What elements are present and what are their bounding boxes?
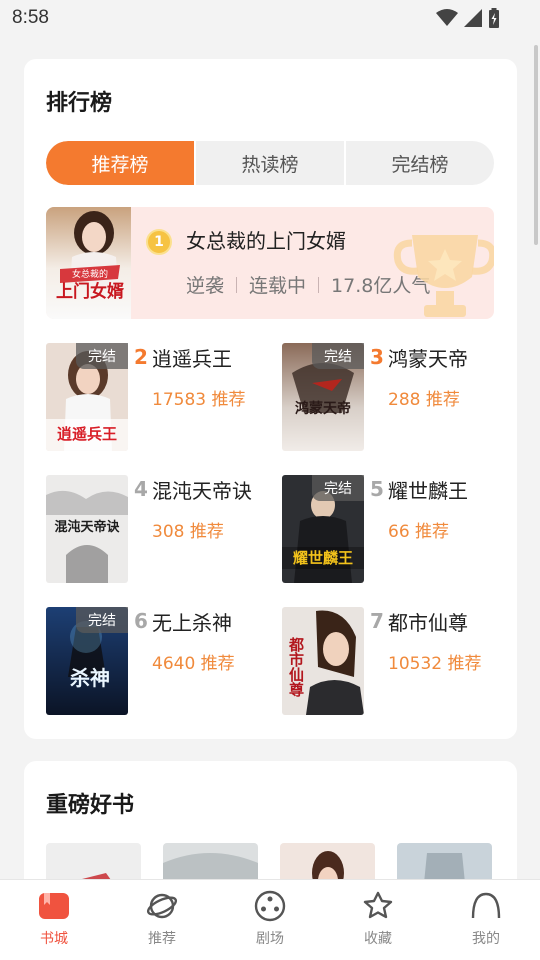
ranking-book-item[interactable]: 鸿蒙天帝 完结 3 鸿蒙天帝 288 推荐 [282, 343, 512, 453]
book-title: 都市仙尊 [388, 611, 468, 635]
book-status: 连载中 [249, 275, 307, 297]
book-cover: 女总裁的 上门女婿 [46, 207, 131, 319]
ranking-book-item[interactable]: 都市仙尊 7 都市仙尊 10532 推荐 [282, 607, 512, 717]
book-cover: 混沌天帝诀 [46, 475, 128, 583]
ranking-book-item[interactable]: 耀世麟王 完结 5 耀世麟王 66 推荐 [282, 475, 512, 585]
profile-icon [471, 892, 501, 919]
planet-icon [146, 893, 178, 919]
book-title: 混沌天帝诀 [152, 479, 252, 503]
completed-badge: 完结 [76, 607, 128, 633]
scrollbar[interactable] [534, 45, 538, 245]
signal-icon [464, 9, 482, 27]
ranking-tabs: 推荐榜 热读榜 完结榜 [46, 141, 494, 185]
cover-title: 逍遥兵王 [57, 425, 117, 443]
tab-hot-read[interactable]: 热读榜 [196, 141, 346, 185]
status-icons [436, 8, 500, 28]
meta-divider [318, 276, 320, 293]
nav-item-profile[interactable]: 我的 [432, 880, 540, 960]
completed-badge: 完结 [312, 475, 364, 501]
tab-completed[interactable]: 完结榜 [346, 141, 494, 185]
book-rank: 4 [134, 477, 148, 501]
nav-item-favorites[interactable]: 收藏 [324, 880, 432, 960]
book-rank: 2 [134, 345, 148, 369]
nav-item-theater[interactable]: 剧场 [216, 880, 324, 960]
cover-title: 混沌天帝诀 [54, 519, 120, 535]
trophy-icon [393, 235, 494, 317]
ranking-title: 排行榜 [46, 91, 113, 116]
recommend-count: 17583 推荐 [152, 390, 246, 410]
ranking-book-item[interactable]: 混沌天帝诀 4 混沌天帝诀 308 推荐 [46, 475, 276, 585]
status-time: 8:58 [12, 7, 49, 28]
star-icon [363, 891, 393, 919]
book-title: 逍遥兵王 [152, 347, 232, 371]
nav-label: 收藏 [364, 931, 392, 947]
completed-badge: 完结 [312, 343, 364, 369]
wifi-icon [436, 9, 458, 26]
nav-item-bookstore[interactable]: 书城 [0, 880, 108, 960]
nav-label: 我的 [472, 931, 500, 947]
book-rank: 5 [370, 477, 384, 501]
book-icon [39, 893, 69, 919]
recommend-count: 4640 推荐 [152, 654, 235, 674]
book-title: 鸿蒙天帝 [388, 347, 468, 371]
book-title: 无上杀神 [152, 611, 232, 635]
book-cover: 都市仙尊 [282, 607, 364, 715]
cover-title: 杀神 [70, 666, 110, 690]
film-reel-icon [254, 890, 286, 922]
book-title: 耀世麟王 [388, 479, 468, 503]
completed-badge: 完结 [76, 343, 128, 369]
recommend-count: 66 推荐 [388, 522, 450, 542]
tab-recommend[interactable]: 推荐榜 [46, 141, 196, 185]
book-rank: 3 [370, 345, 384, 369]
meta-divider [236, 276, 238, 293]
recommend-count: 288 推荐 [388, 390, 460, 410]
status-bar: 8:58 [0, 0, 540, 36]
cover-subtitle: 女总裁的 [72, 268, 108, 280]
top-book-item[interactable]: 女总裁的 上门女婿 1 女总裁的上门女婿 逆袭 连载中 17.8亿人气 [46, 207, 494, 319]
bottom-nav: 书城 推荐 剧场 收藏 我的 [0, 879, 540, 960]
nav-label: 剧场 [256, 931, 284, 947]
nav-label: 推荐 [148, 931, 176, 947]
recommend-count: 308 推荐 [152, 522, 224, 542]
ranking-book-item[interactable]: 逍遥兵王 完结 2 逍遥兵王 17583 推荐 [46, 343, 276, 453]
featured-title: 重磅好书 [46, 793, 135, 818]
ranking-book-item[interactable]: 杀神 完结 6 无上杀神 4640 推荐 [46, 607, 276, 717]
cover-title: 耀世麟王 [292, 549, 353, 567]
rank-badge: 1 [146, 229, 172, 255]
battery-icon [489, 8, 499, 28]
cover-title: 上门女婿 [56, 281, 124, 302]
book-title: 女总裁的上门女婿 [186, 229, 346, 253]
cover-title: 都市仙尊 [287, 637, 305, 698]
ranking-card: 排行榜 推荐榜 热读榜 完结榜 女总裁的 上门女婿 1 女总裁的上门女婿 逆袭 … [24, 59, 517, 739]
cover-title: 鸿蒙天帝 [295, 400, 351, 417]
book-genre: 逆袭 [186, 275, 225, 297]
book-rank: 7 [370, 609, 384, 633]
nav-label: 书城 [40, 931, 68, 947]
recommend-count: 10532 推荐 [388, 654, 482, 674]
book-rank: 6 [134, 609, 148, 633]
nav-item-recommend[interactable]: 推荐 [108, 880, 216, 960]
